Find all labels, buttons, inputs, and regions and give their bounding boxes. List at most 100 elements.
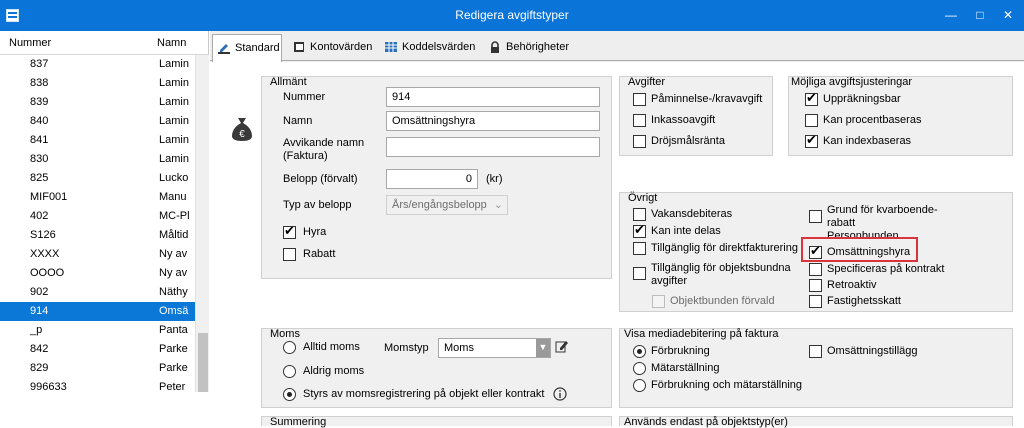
rabatt-checkbox[interactable] xyxy=(283,248,296,261)
edit-icon[interactable] xyxy=(555,339,569,353)
styrs-moms-radio[interactable] xyxy=(283,388,296,401)
row-namn: Manu xyxy=(159,191,187,203)
drojsmal-label: Dröjsmålsränta xyxy=(651,135,725,147)
radio-dot xyxy=(637,349,642,354)
belopp-unit: (kr) xyxy=(486,173,503,185)
namn-field[interactable]: Omsättningshyra xyxy=(386,111,600,131)
row-namn: Ny av xyxy=(159,248,188,260)
kvarboende-checkbox[interactable] xyxy=(809,210,822,223)
column-header-namn[interactable]: Namn xyxy=(157,37,186,49)
rabatt-label: Rabatt xyxy=(303,248,336,260)
list-row[interactable]: 837 Lamin xyxy=(0,55,195,74)
list-row[interactable]: 838 Lamin xyxy=(0,74,195,93)
momstyp-label: Momstyp xyxy=(384,342,429,354)
list-row[interactable]: 829 Parke xyxy=(0,359,195,378)
row-namn: Ny av xyxy=(159,267,188,279)
row-nummer: XXXX xyxy=(30,248,60,260)
objektbunden-forvald-checkbox[interactable] xyxy=(652,295,665,308)
checkmark-icon: ✔ xyxy=(284,223,295,238)
objektsbundna-label-2: avgifter xyxy=(651,275,688,287)
list-header: Nummer Namn xyxy=(0,31,209,55)
lock-icon xyxy=(491,41,499,53)
row-namn: MC-Pl xyxy=(159,210,190,222)
tab-label: Standard xyxy=(235,42,280,54)
kvarboende-label-2: rabatt xyxy=(827,217,856,229)
row-namn: Parke xyxy=(159,362,188,374)
avvikande-namn-field[interactable] xyxy=(386,137,600,157)
kan-inte-delas-checkbox[interactable]: ✔ xyxy=(633,223,646,238)
specificeras-checkbox[interactable] xyxy=(809,263,822,276)
tab-koddelsvarden[interactable]: Koddelsvärden xyxy=(380,34,484,61)
direktfakturering-checkbox[interactable] xyxy=(633,242,646,255)
list-scrollbar[interactable] xyxy=(195,55,209,392)
drojsmal-checkbox[interactable] xyxy=(633,135,646,148)
belopp-field[interactable]: 0 xyxy=(386,169,478,189)
group-title: Summering xyxy=(270,416,327,428)
alltid-moms-label: Alltid moms xyxy=(303,341,360,353)
pamminnelse-checkbox[interactable] xyxy=(633,93,646,106)
forbrukning-och-matar-radio[interactable] xyxy=(633,379,646,392)
typ-av-belopp-select[interactable]: Års/engångsbelopp ⌄ xyxy=(386,195,508,215)
list-row[interactable]: 914 Omsä xyxy=(0,302,195,321)
fastighetsskatt-checkbox[interactable] xyxy=(809,295,822,308)
inkasso-checkbox[interactable] xyxy=(633,114,646,127)
retroaktiv-checkbox[interactable] xyxy=(809,279,822,292)
momstyp-select[interactable]: Moms ▼ xyxy=(438,338,551,358)
list-row[interactable]: _p Panta xyxy=(0,321,195,340)
matarstallning-radio[interactable] xyxy=(633,362,646,375)
checkmark-icon: ✔ xyxy=(806,90,817,105)
fastighetsskatt-label: Fastighetsskatt xyxy=(827,295,901,307)
alltid-moms-radio[interactable] xyxy=(283,341,296,354)
list-row[interactable]: 842 Parke xyxy=(0,340,195,359)
upprakningsbar-label: Uppräkningsbar xyxy=(823,93,901,105)
hyra-checkbox[interactable]: ✔ xyxy=(283,223,296,239)
info-icon[interactable] xyxy=(553,387,567,401)
radio-dot xyxy=(287,392,292,397)
omsattningstillagg-checkbox[interactable] xyxy=(809,345,822,358)
forbrukning-radio[interactable] xyxy=(633,345,646,358)
list-row[interactable]: OOOO Ny av xyxy=(0,264,195,283)
close-button[interactable]: ✕ xyxy=(997,5,1019,25)
list-row[interactable]: 841 Lamin xyxy=(0,131,195,150)
nummer-field[interactable]: 914 xyxy=(386,87,600,107)
money-bag-icon: € xyxy=(232,118,252,141)
row-nummer: 839 xyxy=(30,96,49,108)
specificeras-label: Specificeras på kontrakt xyxy=(827,263,945,275)
objektsbundna-checkbox[interactable] xyxy=(633,267,646,280)
checkmark-icon: ✔ xyxy=(806,132,817,147)
scrollbar-thumb[interactable] xyxy=(198,333,208,392)
aldrig-moms-radio[interactable] xyxy=(283,365,296,378)
tab-behorigheter[interactable]: Behörigheter xyxy=(484,34,572,61)
list-row[interactable]: 840 Lamin xyxy=(0,112,195,131)
row-namn: Näthy xyxy=(159,286,188,298)
indexbaseras-checkbox[interactable]: ✔ xyxy=(805,132,818,148)
list-row[interactable]: 830 Lamin xyxy=(0,150,195,169)
column-header-nummer[interactable]: Nummer xyxy=(9,37,51,49)
list-row[interactable]: 839 Lamin xyxy=(0,93,195,112)
group-title: Avgifter xyxy=(628,76,666,88)
list-row[interactable]: 825 Lucko xyxy=(0,169,195,188)
list-row[interactable]: MIF001 Manu xyxy=(0,188,195,207)
maximize-button[interactable]: □ xyxy=(969,5,991,25)
upprakningsbar-checkbox[interactable]: ✔ xyxy=(805,90,818,106)
list-row[interactable]: S126 Måltid xyxy=(0,226,195,245)
procentbaseras-checkbox[interactable] xyxy=(805,114,818,127)
tab-label: Kontovärden xyxy=(310,41,373,53)
group-anvands: Används endast på objektstyp(er) xyxy=(619,416,1013,428)
row-namn: Lamin xyxy=(159,77,189,89)
minimize-button[interactable]: — xyxy=(940,5,962,25)
list-row[interactable]: 902 Näthy xyxy=(0,283,195,302)
list-row[interactable]: 996633 Peter xyxy=(0,378,195,392)
tab-kontovarden[interactable]: Kontovärden xyxy=(288,34,376,61)
objektsbundna-label: Tillgänglig för objektsbundna xyxy=(651,262,791,274)
row-nummer: 841 xyxy=(30,134,49,146)
row-namn: Lamin xyxy=(159,96,189,108)
list-row[interactable]: 402 MC-Pl xyxy=(0,207,195,226)
group-avgifter: Avgifter Påminnelse-/kravavgift Inkassoa… xyxy=(619,76,773,156)
namn-label: Namn xyxy=(283,115,313,127)
tab-standard[interactable]: Standard xyxy=(212,34,282,62)
vakans-checkbox[interactable] xyxy=(633,208,646,221)
list-row[interactable]: XXXX Ny av xyxy=(0,245,195,264)
row-nummer: 914 xyxy=(30,305,49,317)
row-nummer: _p xyxy=(30,324,43,336)
